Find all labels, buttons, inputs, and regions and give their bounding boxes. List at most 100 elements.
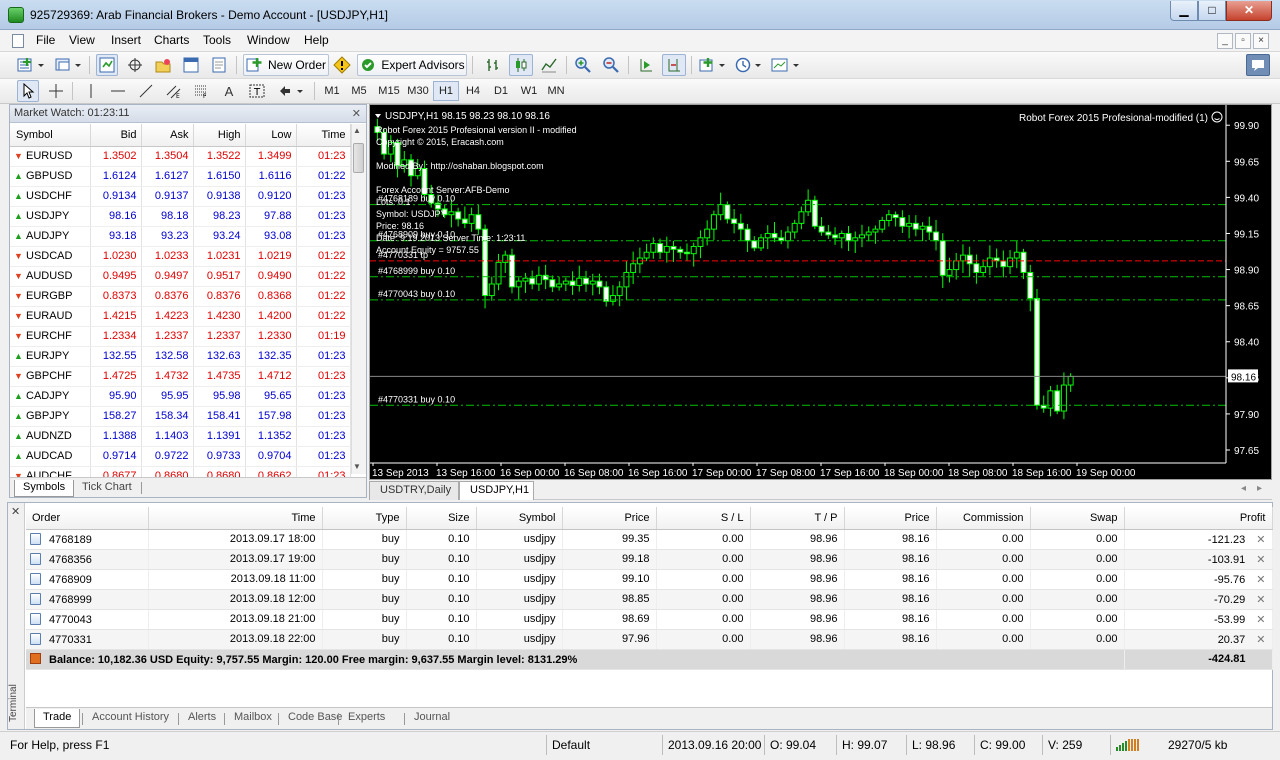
mdi-restore-button[interactable]: ▫ bbox=[1235, 33, 1251, 49]
close-order-icon[interactable]: ✕ bbox=[1253, 614, 1269, 626]
tab-trade[interactable]: Trade bbox=[34, 709, 81, 728]
market-watch-close-icon[interactable]: ✕ bbox=[352, 107, 361, 120]
col-ask[interactable]: Ask bbox=[141, 124, 194, 147]
market-watch-row[interactable]: ▲ GBPJPY 158.27 158.34 158.41 157.98 01:23 bbox=[10, 406, 351, 427]
text-label-icon[interactable]: T bbox=[246, 80, 268, 102]
tab-mailbox[interactable]: Mailbox bbox=[226, 709, 280, 728]
timeframe-d1[interactable]: D1 bbox=[488, 81, 514, 101]
menu-insert[interactable]: Insert bbox=[111, 33, 141, 47]
line-chart-icon[interactable] bbox=[537, 54, 561, 76]
menu-window[interactable]: Window bbox=[247, 33, 290, 47]
chart-tabs-right-icon[interactable]: ▸ bbox=[1257, 483, 1262, 494]
market-watch-icon[interactable] bbox=[96, 54, 118, 76]
cursor-icon[interactable] bbox=[17, 80, 39, 102]
market-watch-scroll-thumb[interactable] bbox=[353, 143, 364, 173]
timeframe-m30[interactable]: M30 bbox=[404, 81, 432, 101]
trade-col-time[interactable]: Time bbox=[148, 507, 323, 530]
trade-col-price-current[interactable]: Price bbox=[844, 507, 937, 530]
menu-tools[interactable]: Tools bbox=[203, 33, 231, 47]
expert-advisors-button[interactable]: Expert Advisors bbox=[357, 54, 467, 76]
col-low[interactable]: Low bbox=[245, 124, 297, 147]
tab-tick-chart[interactable]: Tick Chart bbox=[74, 480, 140, 497]
col-bid[interactable]: Bid bbox=[90, 124, 142, 147]
mdi-minimize-button[interactable]: _ bbox=[1217, 33, 1233, 49]
maximize-button[interactable]: □ bbox=[1198, 1, 1226, 21]
terminal-close-icon[interactable]: ✕ bbox=[11, 505, 20, 518]
tab-journal[interactable]: Journal bbox=[406, 709, 458, 728]
market-watch-scrollbar[interactable] bbox=[351, 124, 366, 474]
market-watch-row[interactable]: ▲ AUDNZD 1.1388 1.1403 1.1391 1.1352 01:23 bbox=[10, 426, 351, 447]
timeframe-mn[interactable]: MN bbox=[543, 81, 569, 101]
tab-usdtry-daily[interactable]: USDTRY,Daily bbox=[369, 481, 459, 500]
fibonacci-retracement-icon[interactable]: F bbox=[190, 80, 212, 102]
metaeditor-icon[interactable] bbox=[331, 54, 353, 76]
profiles-icon[interactable] bbox=[52, 54, 84, 76]
indicators-icon[interactable] bbox=[697, 54, 729, 76]
price-chart[interactable]: 99.9099.6599.4099.1598.9098.6598.4098.15… bbox=[370, 105, 1271, 479]
close-order-icon[interactable]: ✕ bbox=[1253, 634, 1269, 646]
strategy-tester-icon[interactable] bbox=[207, 54, 231, 76]
new-chart-icon[interactable] bbox=[15, 54, 47, 76]
timeframe-w1[interactable]: W1 bbox=[516, 81, 542, 101]
vertical-line-icon[interactable] bbox=[80, 80, 102, 102]
trade-col-swap[interactable]: Swap bbox=[1030, 507, 1125, 530]
tab-usdjpy-h1[interactable]: USDJPY,H1 bbox=[459, 481, 534, 500]
text-icon[interactable]: A bbox=[218, 80, 240, 102]
close-order-icon[interactable]: ✕ bbox=[1253, 594, 1269, 606]
close-order-icon[interactable]: ✕ bbox=[1253, 574, 1269, 586]
scroll-up-icon[interactable]: ▲ bbox=[353, 126, 361, 135]
trade-col-commission[interactable]: Commission bbox=[936, 507, 1031, 530]
templates-icon[interactable] bbox=[769, 54, 803, 76]
candlestick-chart-icon[interactable] bbox=[509, 54, 533, 76]
close-order-icon[interactable]: ✕ bbox=[1253, 534, 1269, 546]
tab-account-history[interactable]: Account History bbox=[84, 709, 177, 728]
trade-row[interactable]: 4768999 2013.09.18 12:00 buy 0.10 usdjpy 98.8… bbox=[26, 589, 1273, 610]
new-order-button[interactable]: New Order bbox=[243, 54, 329, 76]
trade-row[interactable]: 4770331 2013.09.18 22:00 buy 0.10 usdjpy 97.9… bbox=[26, 629, 1273, 650]
close-order-icon[interactable]: ✕ bbox=[1253, 554, 1269, 566]
crosshair-icon[interactable] bbox=[45, 80, 67, 102]
menu-help[interactable]: Help bbox=[304, 33, 329, 47]
navigator-icon[interactable] bbox=[151, 54, 175, 76]
trade-row[interactable]: 4768909 2013.09.18 11:00 buy 0.10 usdjpy 99.1… bbox=[26, 569, 1273, 590]
auto-scroll-icon[interactable] bbox=[634, 54, 658, 76]
mdi-close-button[interactable]: × bbox=[1253, 33, 1269, 49]
market-watch-row[interactable]: ▼ EURCHF 1.2334 1.2337 1.2337 1.2330 01:19 bbox=[10, 326, 351, 347]
market-watch-row[interactable]: ▲ USDJPY 98.16 98.18 98.23 97.88 01:23 bbox=[10, 206, 351, 227]
market-watch-row[interactable]: ▼ AUDUSD 0.9495 0.9497 0.9517 0.9490 01:22 bbox=[10, 266, 351, 287]
trade-row[interactable]: 4770043 2013.09.18 21:00 buy 0.10 usdjpy 98.6… bbox=[26, 609, 1273, 630]
trendline-icon[interactable] bbox=[135, 80, 157, 102]
menu-charts[interactable]: Charts bbox=[154, 33, 189, 47]
trade-col-tp[interactable]: T / P bbox=[750, 507, 845, 530]
timeframe-m1[interactable]: M1 bbox=[319, 81, 345, 101]
market-watch-row[interactable]: ▲ CADJPY 95.90 95.95 95.98 95.65 01:23 bbox=[10, 386, 351, 407]
trade-col-order[interactable]: Order bbox=[26, 507, 149, 530]
market-watch-row[interactable]: ▼ EURAUD 1.4215 1.4223 1.4230 1.4200 01:22 bbox=[10, 306, 351, 327]
market-watch-row[interactable]: ▼ EURUSD 1.3502 1.3504 1.3522 1.3499 01:23 bbox=[10, 146, 351, 167]
zoom-out-icon[interactable] bbox=[599, 54, 623, 76]
market-watch-row[interactable]: ▼ GBPCHF 1.4725 1.4732 1.4735 1.4712 01:23 bbox=[10, 366, 351, 387]
trade-col-symbol[interactable]: Symbol bbox=[476, 507, 563, 530]
trade-row[interactable]: 4768189 2013.09.17 18:00 buy 0.10 usdjpy 99.3… bbox=[26, 529, 1273, 550]
market-watch-row[interactable]: ▼ EURGBP 0.8373 0.8376 0.8376 0.8368 01:22 bbox=[10, 286, 351, 307]
equidistant-channel-icon[interactable]: E bbox=[163, 80, 185, 102]
scroll-down-icon[interactable]: ▼ bbox=[353, 462, 361, 471]
trade-row[interactable]: 4768356 2013.09.17 19:00 buy 0.10 usdjpy 99.1… bbox=[26, 549, 1273, 570]
trade-col-type[interactable]: Type bbox=[322, 507, 407, 530]
data-window-icon[interactable] bbox=[123, 54, 147, 76]
timeframe-h1[interactable]: H1 bbox=[433, 81, 459, 101]
trade-col-size[interactable]: Size bbox=[406, 507, 477, 530]
market-watch-row[interactable]: ▲ GBPUSD 1.6124 1.6127 1.6150 1.6116 01:22 bbox=[10, 166, 351, 187]
close-button[interactable]: ✕ bbox=[1226, 1, 1272, 21]
timeframe-m15[interactable]: M15 bbox=[375, 81, 403, 101]
menu-view[interactable]: View bbox=[69, 33, 95, 47]
terminal-icon[interactable] bbox=[179, 54, 203, 76]
menu-file[interactable]: File bbox=[36, 33, 55, 47]
timeframe-h4[interactable]: H4 bbox=[460, 81, 486, 101]
notification-icon[interactable] bbox=[1246, 54, 1270, 76]
trade-col-sl[interactable]: S / L bbox=[656, 507, 751, 530]
minimize-button[interactable]: ▁ bbox=[1170, 1, 1198, 21]
arrows-icon[interactable] bbox=[276, 80, 308, 102]
tab-experts[interactable]: Experts bbox=[340, 709, 393, 728]
market-watch-row[interactable]: ▲ USDCHF 0.9134 0.9137 0.9138 0.9120 01:23 bbox=[10, 186, 351, 207]
